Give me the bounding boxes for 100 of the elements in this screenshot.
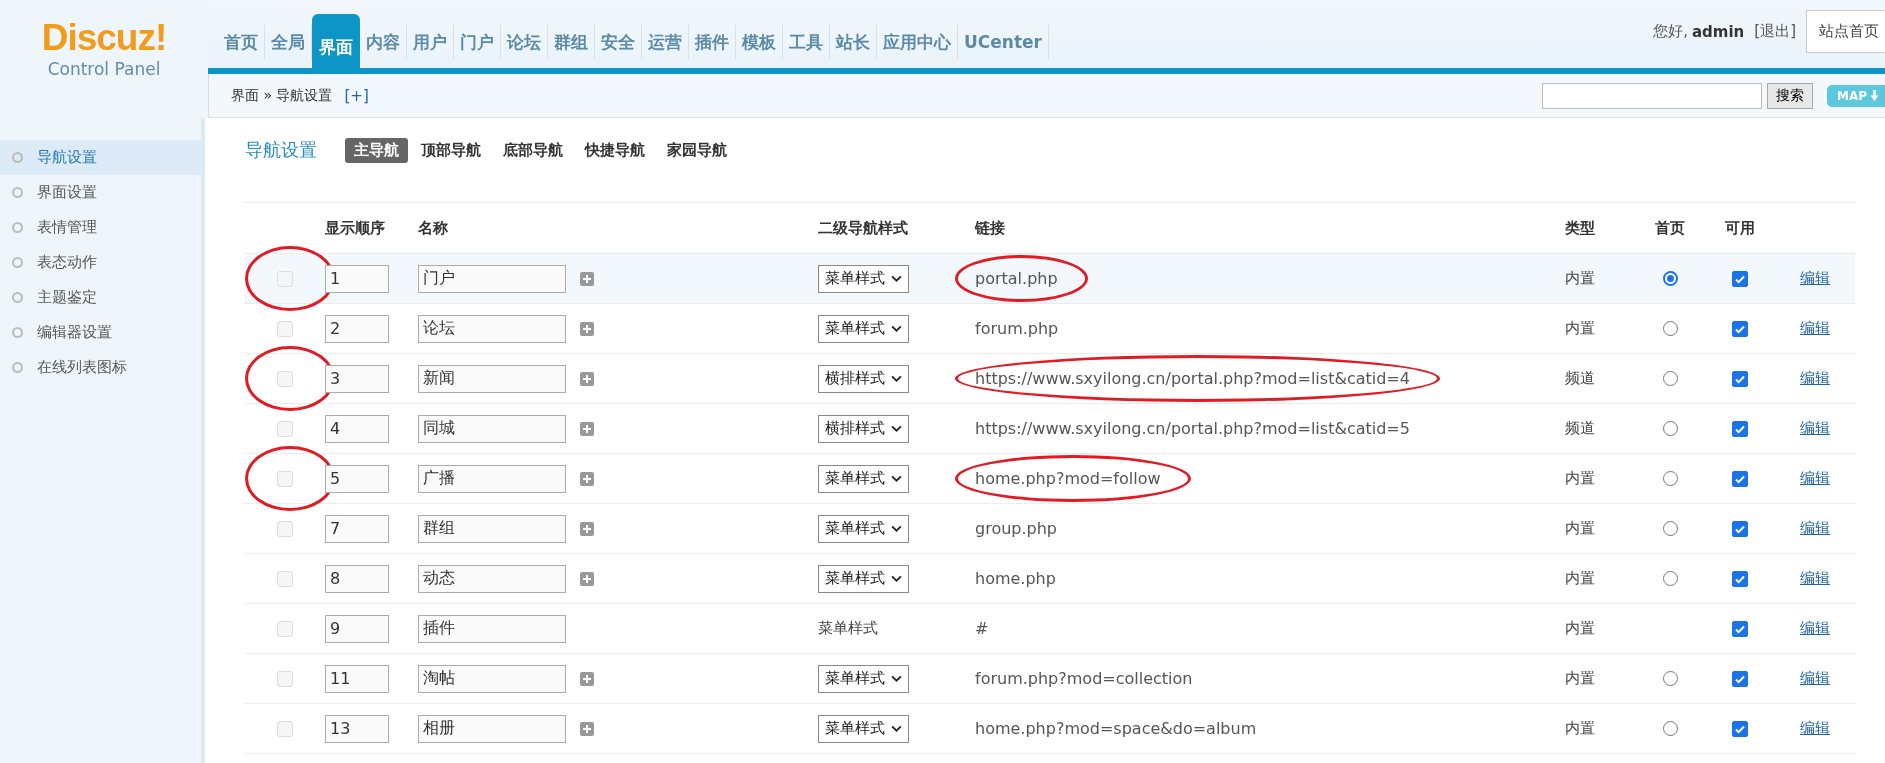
style-dropdown[interactable]: 菜单样式 (818, 664, 909, 693)
order-field[interactable]: 4 (325, 414, 389, 443)
plus-icon[interactable] (580, 421, 594, 436)
enabled-checkbox[interactable] (1732, 720, 1748, 737)
edit-link[interactable]: 编辑 (1800, 619, 1830, 638)
enabled-checkbox[interactable] (1732, 670, 1748, 687)
style-dropdown[interactable]: 菜单样式 (818, 714, 909, 743)
edit-link[interactable]: 编辑 (1800, 719, 1830, 738)
style-dropdown[interactable]: 横排样式 (818, 414, 909, 443)
column-header: 类型 (1565, 218, 1595, 238)
homepage-radio[interactable] (1662, 671, 1678, 686)
plus-icon[interactable] (580, 571, 594, 586)
type-text: 内置 (1565, 269, 1595, 288)
column-header: 可用 (1725, 218, 1755, 238)
edit-link[interactable]: 编辑 (1800, 419, 1830, 438)
homepage-radio[interactable] (1662, 271, 1678, 286)
enabled-checkbox[interactable] (1732, 370, 1748, 387)
sidebar-item[interactable]: 在线列表图标 (0, 350, 201, 385)
name-field[interactable]: 动态 (418, 564, 566, 593)
plus-icon[interactable] (580, 471, 594, 486)
type-text: 频道 (1565, 369, 1595, 388)
order-field[interactable]: 1 (325, 264, 389, 293)
sidebar-item[interactable]: 主题鉴定 (0, 280, 201, 315)
homepage-radio[interactable] (1662, 471, 1678, 486)
order-field[interactable]: 9 (325, 614, 389, 643)
style-dropdown[interactable]: 菜单样式 (818, 514, 909, 543)
search-button[interactable]: 搜索 (1766, 82, 1813, 109)
edit-link[interactable]: 编辑 (1800, 669, 1830, 688)
enabled-checkbox[interactable] (1732, 470, 1748, 487)
caret-icon (891, 575, 902, 582)
sub-tab[interactable]: 主导航 (345, 137, 408, 163)
name-field[interactable]: 群组 (418, 514, 566, 543)
type-text: 内置 (1565, 719, 1595, 738)
column-header: 名称 (418, 218, 448, 238)
homepage-radio[interactable] (1662, 721, 1678, 736)
style-dropdown[interactable]: 菜单样式 (818, 564, 909, 593)
name-field[interactable]: 相册 (418, 714, 566, 743)
name-field[interactable]: 插件 (418, 614, 566, 643)
sub-tab[interactable]: 底部导航 (494, 137, 572, 163)
enabled-checkbox[interactable] (1732, 320, 1748, 337)
sidebar-item[interactable]: 表态动作 (0, 245, 201, 280)
name-field[interactable]: 淘帖 (418, 664, 566, 693)
name-field[interactable]: 门户 (418, 264, 566, 293)
style-dropdown[interactable]: 菜单样式 (818, 464, 909, 493)
enabled-checkbox[interactable] (1732, 420, 1748, 437)
order-field[interactable]: 13 (325, 714, 389, 743)
edit-link[interactable]: 编辑 (1800, 469, 1830, 488)
site-home-button[interactable]: 站点首页 (1806, 10, 1885, 53)
edit-link[interactable]: 编辑 (1800, 519, 1830, 538)
type-text: 内置 (1565, 519, 1595, 538)
order-field[interactable]: 2 (325, 314, 389, 343)
order-field[interactable]: 8 (325, 564, 389, 593)
sub-tab[interactable]: 家园导航 (658, 137, 736, 163)
plus-icon[interactable] (580, 521, 594, 536)
column-header: 首页 (1655, 218, 1685, 238)
enabled-checkbox[interactable] (1732, 570, 1748, 587)
sidebar-item[interactable]: 导航设置 (0, 140, 201, 175)
edit-link[interactable]: 编辑 (1800, 319, 1830, 338)
homepage-radio[interactable] (1662, 571, 1678, 586)
style-dropdown[interactable]: 横排样式 (818, 364, 909, 393)
sub-tab[interactable]: 顶部导航 (412, 137, 490, 163)
order-field[interactable]: 3 (325, 364, 389, 393)
link-text: group.php (975, 519, 1057, 538)
sidebar-item[interactable]: 表情管理 (0, 210, 201, 245)
edit-link[interactable]: 编辑 (1800, 269, 1830, 288)
order-field[interactable]: 11 (325, 664, 389, 693)
plus-icon[interactable] (580, 271, 594, 286)
style-dropdown[interactable]: 菜单样式 (818, 264, 909, 293)
homepage-radio[interactable] (1662, 421, 1678, 436)
logout-link[interactable]: [退出] (1754, 22, 1796, 41)
homepage-radio[interactable] (1662, 371, 1678, 386)
type-text: 频道 (1565, 419, 1595, 438)
plus-icon[interactable] (580, 371, 594, 386)
column-header: 二级导航样式 (818, 218, 908, 238)
name-field[interactable]: 论坛 (418, 314, 566, 343)
enabled-checkbox[interactable] (1732, 620, 1748, 637)
sub-tab[interactable]: 快捷导航 (576, 137, 654, 163)
order-field[interactable]: 7 (325, 514, 389, 543)
add-shortcut-link[interactable]: [+] (344, 86, 369, 105)
name-field[interactable]: 广播 (418, 464, 566, 493)
name-field[interactable]: 新闻 (418, 364, 566, 393)
type-text: 内置 (1565, 319, 1595, 338)
enabled-checkbox[interactable] (1732, 270, 1748, 287)
edit-link[interactable]: 编辑 (1800, 369, 1830, 388)
plus-icon[interactable] (580, 721, 594, 736)
plus-icon[interactable] (580, 671, 594, 686)
sidebar-item[interactable]: 界面设置 (0, 175, 201, 210)
homepage-radio[interactable] (1662, 321, 1678, 336)
type-text: 内置 (1565, 619, 1595, 638)
plus-icon[interactable] (580, 321, 594, 336)
bullet-icon (12, 327, 23, 338)
homepage-radio[interactable] (1662, 521, 1678, 536)
edit-link[interactable]: 编辑 (1800, 569, 1830, 588)
name-field[interactable]: 同城 (418, 414, 566, 443)
sidebar-item[interactable]: 编辑器设置 (0, 315, 201, 350)
enabled-checkbox[interactable] (1732, 520, 1748, 537)
style-dropdown[interactable]: 菜单样式 (818, 314, 909, 343)
order-field[interactable]: 5 (325, 464, 389, 493)
logo-subtitle: Control Panel (47, 58, 161, 80)
search-field[interactable] (1541, 82, 1762, 109)
